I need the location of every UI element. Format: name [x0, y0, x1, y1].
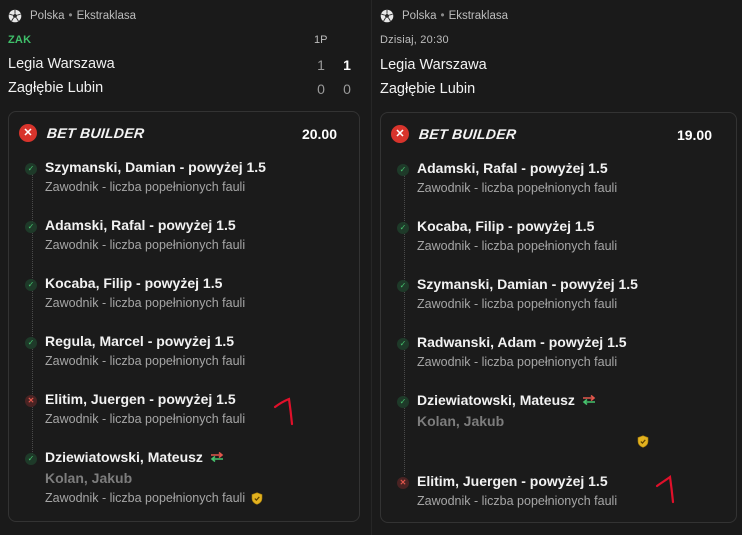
leg-title: Elitim, Juergen - powyżej 1.5 [417, 473, 608, 489]
league-country: Polska [30, 10, 65, 22]
soccer-ball-icon [380, 9, 394, 23]
home-score-total: 1 [343, 57, 351, 73]
cross-badge-icon: ✕ [19, 124, 37, 142]
leg-subtitle: Zawodnik - liczba popełnionych fauli [417, 239, 618, 253]
away-team: Zagłębie Lubin [8, 80, 104, 96]
leg-replacement-player: Kolan, Jakub [45, 470, 133, 486]
check-icon: ✓ [25, 453, 37, 465]
bet-builder-title: BET BUILDER [46, 125, 146, 141]
check-icon: ✓ [397, 396, 409, 408]
leg-subtitle: Zawodnik - liczba popełnionych fauli [45, 238, 246, 252]
leg-replacement-player: Kolan, Jakub [417, 413, 505, 429]
leg-subtitle: Zawodnik - liczba popełnionych fauli [45, 412, 246, 426]
legs-connector-line [32, 174, 33, 464]
match-status: ZAK [8, 34, 32, 46]
home-score-1p: 1 [317, 57, 325, 73]
bet-column-left: Polska • Ekstraklasa ZAK 1P Legia Warsza… [0, 0, 372, 535]
soccer-ball-icon [8, 9, 22, 23]
cross-icon: ✕ [397, 477, 409, 489]
leg-subtitle: Zawodnik - liczba popełnionych fauli [45, 296, 246, 310]
home-team: Legia Warszawa [8, 56, 115, 72]
away-team: Zagłębie Lubin [380, 81, 476, 97]
bet-builder-header: ✕ BET BUILDER [391, 124, 518, 144]
leg-title: Szymanski, Damian - powyżej 1.5 [417, 276, 638, 292]
leg-subtitle: Zawodnik - liczba popełnionych fauli [45, 491, 263, 505]
leg-title: Radwanski, Adam - powyżej 1.5 [417, 334, 627, 350]
leg-subtitle: Zawodnik - liczba popełnionych fauli [417, 355, 618, 369]
bet-builder-header: ✕ BET BUILDER [19, 123, 146, 143]
leg-subtitle: Zawodnik - liczba popełnionych fauli [417, 297, 618, 311]
bet-column-right: Polska • Ekstraklasa Dzisiaj, 20:30 Legi… [372, 0, 742, 535]
leg-subtitle: Zawodnik - liczba popełnionych fauli [417, 494, 618, 508]
leg-title: Kocaba, Filip - powyżej 1.5 [45, 275, 223, 291]
leg-title: Szymanski, Damian - powyżej 1.5 [45, 159, 266, 175]
red-annotation-mark [655, 475, 675, 504]
leg-title-text: Dziewiatowski, Mateusz [45, 449, 203, 465]
legs-connector-line [404, 175, 405, 475]
league-header[interactable]: Polska • Ekstraklasa [380, 8, 508, 24]
check-icon: ✓ [25, 163, 37, 175]
league-separator: • [68, 10, 73, 22]
cross-badge-icon: ✕ [391, 125, 409, 143]
leg-subtitle: Zawodnik - liczba popełnionych fauli [45, 354, 246, 368]
leg-title: Adamski, Rafal - powyżej 1.5 [417, 160, 608, 176]
red-annotation-mark [273, 397, 294, 426]
bet-odds: 19.00 [676, 127, 712, 143]
league-header[interactable]: Polska • Ekstraklasa [8, 8, 136, 24]
cross-icon: ✕ [25, 395, 37, 407]
bet-builder-card[interactable]: ✕ BET BUILDER 20.00 ✓ Szymanski, Damian … [8, 111, 360, 522]
leg-title-text: Dziewiatowski, Mateusz [417, 392, 575, 408]
league-competition: Ekstraklasa [76, 10, 136, 22]
period-label: 1P [314, 34, 328, 46]
check-icon: ✓ [25, 279, 37, 291]
leg-title: Adamski, Rafal - powyżej 1.5 [45, 217, 236, 233]
check-icon: ✓ [397, 164, 409, 176]
bet-odds: 20.00 [301, 126, 337, 142]
leg-subtitle: Zawodnik - liczba popełnionych fauli [45, 180, 246, 194]
away-score-total: 0 [343, 81, 351, 97]
leg-title: Dziewiatowski, Mateusz [45, 449, 225, 465]
home-team: Legia Warszawa [380, 57, 487, 73]
swap-arrows-icon [582, 394, 596, 406]
check-icon: ✓ [397, 222, 409, 234]
check-icon: ✓ [25, 337, 37, 349]
swap-arrows-icon [210, 451, 224, 463]
away-score-1p: 0 [317, 81, 325, 97]
league-separator: • [440, 10, 445, 22]
leg-title: Kocaba, Filip - powyżej 1.5 [417, 218, 595, 234]
leg-title: Elitim, Juergen - powyżej 1.5 [45, 391, 236, 407]
bet-builder-title: BET BUILDER [418, 126, 518, 142]
shield-icon [251, 491, 263, 505]
match-start-time: Dzisiaj, 20:30 [380, 34, 449, 46]
leg-subtitle: Zawodnik - liczba popełnionych fauli [417, 181, 618, 195]
leg-subtitle-text: Zawodnik - liczba popełnionych fauli [45, 491, 246, 505]
league-country: Polska [402, 10, 437, 22]
check-icon: ✓ [397, 338, 409, 350]
check-icon: ✓ [25, 221, 37, 233]
leg-title: Regula, Marcel - powyżej 1.5 [45, 333, 235, 349]
bet-builder-card[interactable]: ✕ BET BUILDER 19.00 ✓ Adamski, Rafal - p… [380, 112, 737, 523]
league-competition: Ekstraklasa [448, 10, 508, 22]
leg-title: Dziewiatowski, Mateusz [417, 392, 597, 408]
check-icon: ✓ [397, 280, 409, 292]
shield-icon [637, 435, 649, 448]
